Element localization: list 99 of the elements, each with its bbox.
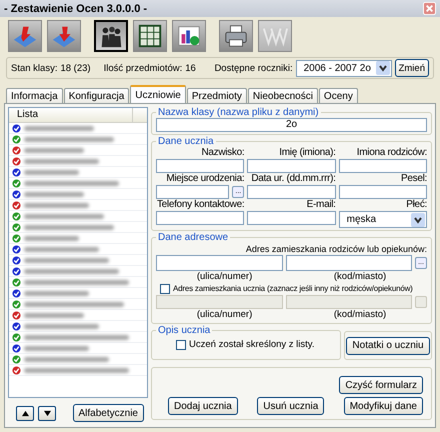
redacted-name bbox=[24, 192, 84, 196]
list-row[interactable] bbox=[9, 200, 147, 211]
redacted-name bbox=[24, 236, 79, 240]
tab[interactable]: Konfiguracja bbox=[64, 88, 130, 103]
list-row[interactable] bbox=[9, 189, 147, 200]
up-triangle-icon bbox=[20, 410, 30, 416]
field-label: Data ur. (dd.mm.rrr): bbox=[251, 173, 336, 185]
list-row[interactable] bbox=[9, 343, 147, 354]
toolbar-button[interactable] bbox=[133, 20, 167, 52]
toolbar-button[interactable] bbox=[219, 20, 253, 52]
clear-form-button[interactable]: Czyść formularz bbox=[339, 376, 423, 394]
list-row[interactable] bbox=[9, 156, 147, 167]
list-row[interactable] bbox=[9, 222, 147, 233]
input-field[interactable] bbox=[156, 159, 244, 173]
group-legend: Dane adresowe bbox=[156, 232, 230, 243]
field-label: Imiona rodziców: bbox=[356, 147, 427, 159]
input-field[interactable] bbox=[247, 185, 336, 199]
field-label: E-mail: bbox=[306, 199, 336, 211]
list-row[interactable] bbox=[9, 277, 147, 288]
redacted-name bbox=[24, 290, 89, 296]
list-row[interactable] bbox=[9, 255, 147, 266]
input-field[interactable] bbox=[156, 211, 244, 225]
field-label: Imię (imiona): bbox=[279, 147, 336, 159]
years-dropdown[interactable]: 2006 - 2007 2o bbox=[296, 60, 392, 76]
list-row[interactable] bbox=[9, 365, 147, 376]
spreadsheet-icon bbox=[137, 23, 163, 49]
field-label: Płeć: bbox=[406, 199, 427, 211]
group-legend: Opis ucznia bbox=[156, 325, 212, 336]
group-legend: Nazwa klasy (nazwa pliku z danymi) bbox=[156, 107, 321, 118]
list-row[interactable] bbox=[9, 211, 147, 222]
list-row[interactable] bbox=[9, 299, 147, 310]
list-row[interactable] bbox=[9, 310, 147, 321]
list-row[interactable] bbox=[9, 233, 147, 244]
list-row[interactable] bbox=[9, 266, 147, 277]
input-field[interactable] bbox=[338, 159, 427, 173]
add-student-button[interactable]: Dodaj ucznia bbox=[168, 397, 238, 415]
gender-dropdown[interactable]: męska bbox=[338, 211, 427, 228]
field-label: Nazwisko: bbox=[201, 147, 244, 159]
field-label: Telefony kontaktowe: bbox=[156, 199, 244, 211]
list-row[interactable] bbox=[9, 288, 147, 299]
tab[interactable]: Przedmioty bbox=[186, 88, 247, 103]
list-row[interactable] bbox=[9, 167, 147, 178]
checkbox-label: Uczeń został skreślony z listy. bbox=[189, 339, 314, 351]
list-row[interactable] bbox=[9, 244, 147, 255]
class-label: Stan klasy: bbox=[11, 62, 58, 74]
tab[interactable]: Informacja bbox=[6, 88, 63, 103]
down-triangle-icon bbox=[42, 410, 52, 416]
sort-button[interactable]: Alfabetycznie bbox=[72, 404, 144, 422]
field-caption: (kod/miasto) bbox=[334, 309, 386, 321]
class-count: 18 (23) bbox=[60, 62, 91, 74]
window-title: - Zestawienie Ocen 3.0.0.0 - bbox=[4, 2, 148, 14]
field-caption: (ulica/numer) bbox=[196, 309, 252, 321]
redacted-name bbox=[24, 202, 89, 208]
input-field[interactable] bbox=[247, 211, 336, 225]
input-field[interactable] bbox=[156, 185, 230, 199]
move-up-button[interactable] bbox=[16, 406, 34, 420]
list-row[interactable] bbox=[9, 134, 147, 145]
field-label: Pesel: bbox=[401, 173, 427, 185]
remove-student-button[interactable]: Usuń ucznia bbox=[257, 397, 324, 415]
close-icon[interactable] bbox=[423, 2, 436, 15]
city-field[interactable] bbox=[286, 295, 412, 309]
tab[interactable]: Uczniowie bbox=[130, 85, 186, 103]
tab[interactable]: Nieobecności bbox=[248, 88, 318, 103]
list-row[interactable] bbox=[9, 123, 147, 134]
modify-button[interactable]: Modyfikuj dane bbox=[344, 397, 423, 415]
subjects-label: Ilość przedmiotów: bbox=[104, 62, 182, 74]
toolbar-button[interactable] bbox=[172, 20, 206, 52]
field-caption: (kod/miasto) bbox=[334, 271, 386, 283]
list-row[interactable] bbox=[9, 321, 147, 332]
group-legend: Dane ucznia bbox=[156, 136, 216, 147]
list-row[interactable] bbox=[9, 332, 147, 343]
notes-button[interactable]: Notatki o uczniu bbox=[346, 336, 430, 354]
input-field[interactable] bbox=[338, 185, 427, 199]
tab[interactable]: Oceny bbox=[318, 88, 358, 103]
field-label: Adres zamieszkania rodziców lub opiekunów: bbox=[244, 243, 427, 255]
printer-icon bbox=[223, 23, 249, 49]
input-field[interactable] bbox=[247, 159, 336, 173]
checkbox[interactable] bbox=[160, 284, 170, 294]
checkbox-label: Adres zamieszkania ucznia (zaznacz jeśli inny niż rodziców/opiekunów) bbox=[173, 283, 413, 295]
list-row[interactable] bbox=[9, 354, 147, 365]
checkbox[interactable] bbox=[176, 340, 186, 350]
redacted-name bbox=[24, 312, 84, 318]
toolbar-button[interactable] bbox=[94, 20, 128, 52]
redacted-name bbox=[24, 126, 94, 130]
class-name-field[interactable]: 2o bbox=[156, 118, 427, 132]
field-caption: (ulica/numer) bbox=[196, 271, 252, 283]
subjects-count: 16 bbox=[185, 62, 196, 74]
move-down-button[interactable] bbox=[38, 406, 56, 420]
street-field[interactable] bbox=[156, 295, 282, 309]
street-field[interactable] bbox=[156, 255, 282, 271]
city-field[interactable] bbox=[286, 255, 412, 271]
field-label: Miejsce urodzenia: bbox=[166, 173, 244, 185]
change-button[interactable]: Zmień bbox=[394, 59, 429, 77]
redacted-name bbox=[24, 170, 79, 174]
years-label: Dostępne roczniki: bbox=[214, 62, 293, 74]
redacted-name bbox=[24, 148, 84, 152]
list-row[interactable] bbox=[9, 145, 147, 156]
redacted-name bbox=[24, 346, 89, 350]
list-row[interactable] bbox=[9, 178, 147, 189]
